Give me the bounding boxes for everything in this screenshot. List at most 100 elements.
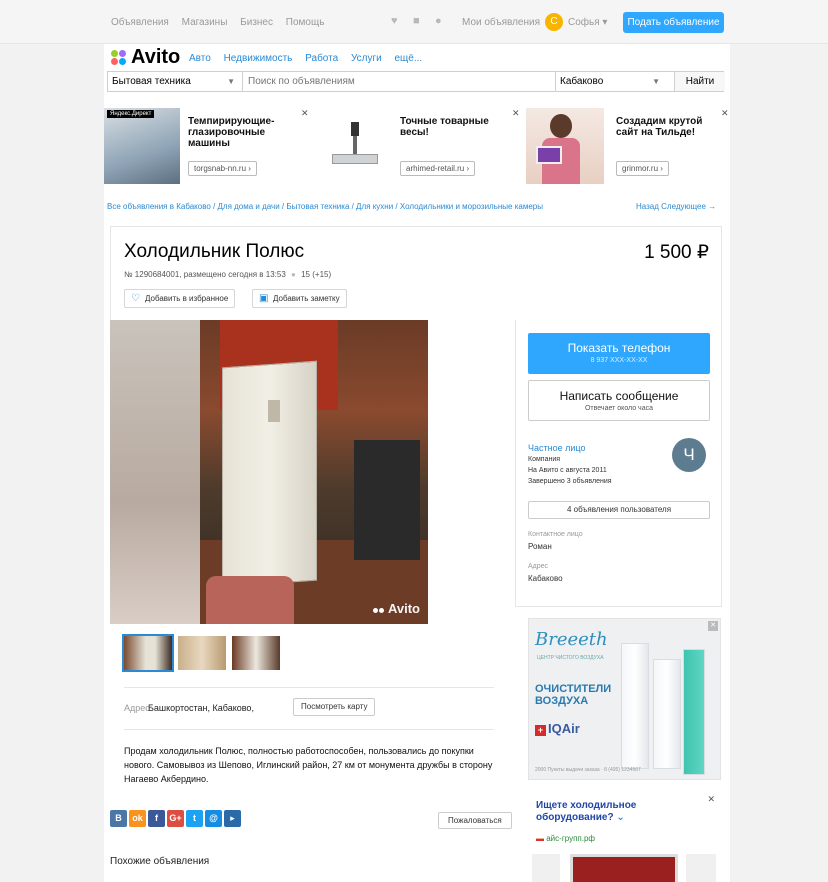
top-nav-shops[interactable]: Магазины bbox=[182, 17, 228, 28]
listing-number-date: № 1290684001, размещено сегодня в 13:53 bbox=[124, 270, 286, 279]
photo-stove bbox=[354, 440, 420, 560]
photo-fridge bbox=[222, 360, 317, 588]
ad-2-link[interactable]: arhimed-retail.ru › bbox=[400, 161, 476, 176]
nav-jobs[interactable]: Работа bbox=[305, 53, 338, 64]
twitter-share-icon[interactable]: t bbox=[186, 810, 203, 827]
listing-header: Холодильник Полюс 1 500 ₽ № 1290684001, … bbox=[110, 226, 722, 323]
ad-block-1[interactable]: Яндекс.Директ Темпирирующие-глазировочны… bbox=[104, 108, 310, 184]
back-next-links[interactable]: Назад Следующее → bbox=[636, 202, 716, 211]
my-ads-link[interactable]: Мои объявления bbox=[462, 17, 540, 28]
listing-meta: № 1290684001, размещено сегодня в 13:53 … bbox=[124, 270, 331, 279]
post-ad-button[interactable]: Подать объявление bbox=[623, 12, 724, 33]
google-plus-share-icon[interactable]: G+ bbox=[167, 810, 184, 827]
chevron-down-icon: ▼ bbox=[227, 77, 235, 86]
user-ads-button[interactable]: 4 объявления пользователя bbox=[528, 501, 710, 519]
swiss-cross-icon: + bbox=[535, 725, 546, 736]
seller-address-label: Адрес bbox=[528, 563, 549, 570]
banner-footer: 2000 Пункты выдачи заказа · 8 (495) 1234… bbox=[535, 767, 641, 773]
yandex-direct-badge: Яндекс.Директ bbox=[107, 110, 155, 118]
facebook-share-icon[interactable]: f bbox=[148, 810, 165, 827]
response-time: Отвечает около часа bbox=[584, 405, 653, 412]
seller-type-link[interactable]: Частное лицо bbox=[528, 443, 585, 453]
breadcrumb[interactable]: Все объявления в Кабаково / Для дома и д… bbox=[107, 202, 543, 211]
ad-block-3[interactable]: Создадим крутой сайт на Тильде! grinmor.… bbox=[526, 108, 730, 184]
address-value: Башкортостан, Кабаково, bbox=[148, 703, 254, 713]
bell-icon[interactable]: ■ bbox=[413, 15, 420, 27]
show-map-button[interactable]: Посмотреть карту bbox=[293, 698, 376, 716]
search-bar: Бытовая техника ▼ Кабаково ▼ Найти bbox=[107, 71, 725, 92]
ad-1-image bbox=[104, 108, 180, 184]
banner-brand: Breeeth bbox=[535, 629, 608, 650]
close-icon[interactable]: ✕ bbox=[301, 108, 309, 119]
close-icon[interactable]: ✕ bbox=[708, 621, 718, 631]
seller-since: На Авито с августа 2011 bbox=[528, 467, 607, 474]
nav-more[interactable]: ещё... bbox=[395, 53, 423, 64]
category-select[interactable]: Бытовая техника ▼ bbox=[108, 72, 243, 91]
nav-auto[interactable]: Авто bbox=[189, 53, 211, 64]
write-message-button[interactable]: Написать сообщение Отвечает около часа bbox=[528, 380, 710, 421]
seller-avatar[interactable]: Ч bbox=[672, 438, 706, 472]
flag-icon: ▬ bbox=[536, 834, 544, 843]
ad-3-image bbox=[526, 108, 604, 184]
ok-share-icon[interactable]: ok bbox=[129, 810, 146, 827]
banner-headline: ОЧИСТИТЕЛИ ВОЗДУХА bbox=[535, 683, 611, 707]
listing-title: Холодильник Полюс bbox=[124, 241, 305, 262]
seller-name: Компания bbox=[528, 456, 561, 463]
vk-share-icon[interactable]: В bbox=[110, 810, 127, 827]
ad-block-2[interactable]: Точные товарные весы! arhimed-retail.ru … bbox=[316, 108, 522, 184]
location-value: Кабаково bbox=[560, 76, 604, 87]
location-select[interactable]: Кабаково ▼ bbox=[555, 72, 668, 91]
scale-image bbox=[332, 122, 378, 170]
note-icon: ▣ bbox=[259, 293, 269, 304]
top-nav-business[interactable]: Бизнес bbox=[240, 17, 273, 28]
photo-chair bbox=[206, 576, 294, 624]
livejournal-share-icon[interactable]: ▸ bbox=[224, 810, 241, 827]
nav-services[interactable]: Услуги bbox=[351, 53, 382, 64]
search-input[interactable] bbox=[248, 74, 548, 89]
user-avatar[interactable]: С bbox=[545, 13, 563, 31]
purifier-image bbox=[683, 649, 705, 775]
listing-price: 1 500 ₽ bbox=[644, 242, 709, 263]
show-phone-button[interactable]: Показать телефон 8 937 XXX-XX-XX bbox=[528, 333, 710, 374]
cold-equipment-banner[interactable]: Ищете холодильное оборудование? ⌄ ▬ айс-… bbox=[528, 792, 721, 882]
thumbnail-1[interactable] bbox=[122, 634, 174, 672]
cold-banner-site[interactable]: ▬ айс-групп.рф bbox=[536, 834, 595, 843]
mail-share-icon[interactable]: @ bbox=[205, 810, 222, 827]
close-icon[interactable]: ✕ bbox=[512, 108, 520, 119]
chat-icon[interactable]: ● bbox=[435, 15, 442, 27]
main-photo[interactable]: Avito bbox=[110, 320, 428, 624]
thumbnail-3[interactable] bbox=[232, 636, 280, 670]
photo-blur-left bbox=[110, 320, 200, 624]
add-note-button[interactable]: ▣ Добавить заметку bbox=[252, 289, 347, 308]
partner-name: IQAir bbox=[548, 721, 580, 736]
ad-3-link[interactable]: grinmor.ru › bbox=[616, 161, 669, 176]
close-icon[interactable]: ✕ bbox=[707, 794, 715, 805]
top-bar: Объявления Магазины Бизнес Помощь ♥ ■ ● … bbox=[0, 0, 828, 44]
main-nav: Авто Недвижимость Работа Услуги ещё... bbox=[189, 53, 432, 64]
phone-number-masked: 8 937 XXX-XX-XX bbox=[590, 357, 648, 364]
ad-3-title: Создадим крутой сайт на Тильде! bbox=[616, 116, 703, 138]
close-icon[interactable]: ✕ bbox=[721, 108, 729, 119]
divider bbox=[124, 687, 494, 688]
thumbnail-2[interactable] bbox=[178, 636, 226, 670]
find-button[interactable]: Найти bbox=[674, 72, 725, 91]
divider bbox=[124, 729, 494, 730]
air-purifier-banner[interactable]: Breeeth ЦЕНТР ЧИСТОГО ВОЗДУХА ОЧИСТИТЕЛИ… bbox=[528, 618, 721, 780]
cold-banner-image bbox=[570, 854, 678, 882]
banner-tagline: ЦЕНТР ЧИСТОГО ВОЗДУХА bbox=[537, 655, 604, 661]
write-message-label: Написать сообщение bbox=[559, 389, 679, 403]
top-nav-ads[interactable]: Объявления bbox=[111, 17, 169, 28]
ad-1-link[interactable]: torgsnab-nn.ru › bbox=[188, 161, 257, 176]
complain-button[interactable]: Пожаловаться bbox=[438, 812, 512, 829]
logo-dots-icon bbox=[111, 50, 127, 66]
top-nav-help[interactable]: Помощь bbox=[286, 17, 325, 28]
chevron-down-icon: ▼ bbox=[652, 77, 660, 86]
logo-text: Avito bbox=[131, 46, 181, 68]
nav-realty[interactable]: Недвижимость bbox=[224, 53, 293, 64]
user-menu[interactable]: Софья ▾ bbox=[568, 17, 607, 28]
add-to-favorites-button[interactable]: ♡ Добавить в избранное bbox=[124, 289, 236, 308]
heart-icon[interactable]: ♥ bbox=[391, 15, 398, 27]
listing-description: Продам холодильник Полюс, полностью рабо… bbox=[124, 746, 493, 784]
chevron-down-icon: ⌄ bbox=[616, 812, 625, 823]
purifier-image bbox=[653, 659, 681, 769]
